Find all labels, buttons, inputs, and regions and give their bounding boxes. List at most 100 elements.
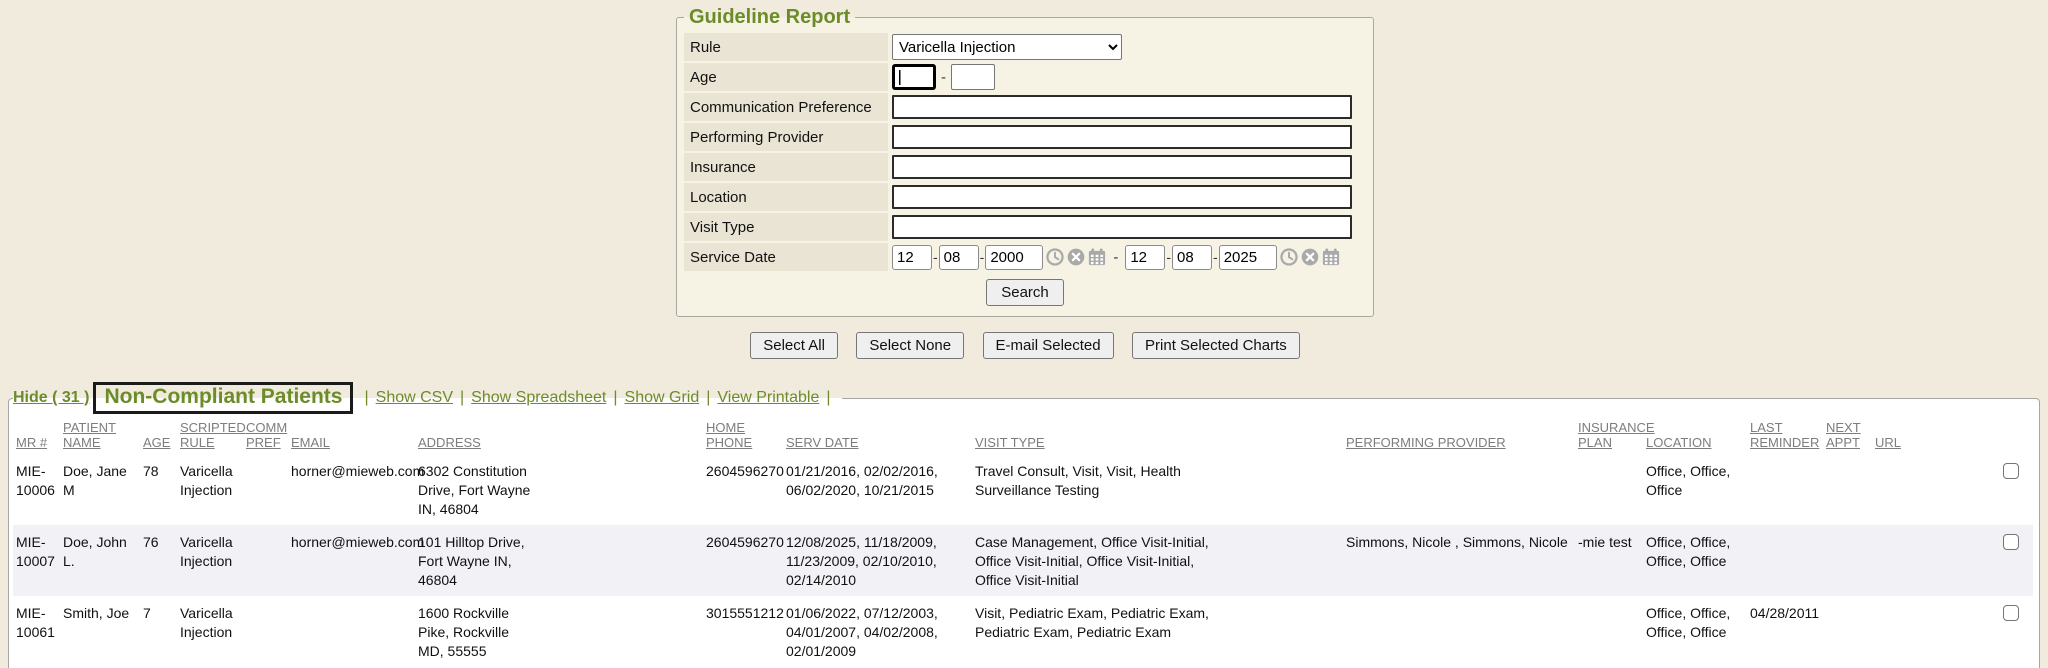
- service-date-range-dash: -: [1113, 249, 1118, 266]
- service-date-to-day[interactable]: [1172, 245, 1212, 270]
- cell-rule: Varicella Injection: [177, 454, 243, 525]
- service-date-from-year[interactable]: [985, 245, 1043, 270]
- age-from-input[interactable]: [892, 64, 936, 90]
- cell-email: [288, 596, 415, 667]
- clear-icon[interactable]: [1301, 248, 1319, 266]
- rule-label: Rule: [684, 33, 888, 61]
- cell-mr: MIE-10061: [13, 596, 60, 667]
- column-header-text: LOCATION: [1646, 435, 1712, 450]
- date-dash: -: [1213, 249, 1218, 265]
- toolbar-link-show-spreadsheet[interactable]: Show Spreadsheet: [471, 389, 606, 407]
- column-header-text: MR #: [16, 435, 47, 450]
- cell-last_reminder: [1747, 454, 1823, 525]
- cell-age: 76: [140, 525, 177, 596]
- cell-url-select: [1872, 454, 2033, 525]
- column-header-serv_date[interactable]: SERV DATE: [783, 418, 972, 454]
- cell-name: Doe, John L.: [60, 525, 140, 596]
- column-header-provider[interactable]: PERFORMING PROVIDER: [1343, 418, 1575, 454]
- column-header-text: NEXT: [1826, 420, 1861, 435]
- print-selected-charts-button[interactable]: Print Selected Charts: [1132, 332, 1300, 359]
- toolbar-link-show-grid[interactable]: Show Grid: [625, 389, 700, 407]
- rule-select[interactable]: Varicella Injection: [892, 34, 1122, 60]
- column-header-text: APPT: [1826, 435, 1860, 450]
- column-header-email[interactable]: EMAIL: [288, 418, 415, 454]
- column-header-text: PLAN: [1578, 435, 1612, 450]
- location-label: Location: [684, 183, 888, 211]
- cell-rule: Varicella Injection: [177, 596, 243, 667]
- search-button[interactable]: Search: [986, 279, 1064, 306]
- column-header-text: HOME: [706, 420, 745, 435]
- column-header-text: PATIENT: [63, 420, 116, 435]
- cell-address: 6302 Constitution Drive, Fort Wayne IN, …: [415, 454, 703, 525]
- column-header-age[interactable]: AGE: [140, 418, 177, 454]
- column-header-text: SERV DATE: [786, 435, 858, 450]
- column-header-location[interactable]: LOCATION: [1643, 418, 1747, 454]
- guideline-report-form: Guideline Report Rule Varicella Injectio…: [676, 6, 1374, 317]
- service-date-to-year[interactable]: [1219, 245, 1277, 270]
- column-header-text: NAME: [63, 435, 101, 450]
- performing-provider-input[interactable]: [892, 125, 1352, 149]
- clock-icon[interactable]: [1280, 248, 1298, 266]
- toolbar-link-show-csv[interactable]: Show CSV: [376, 389, 453, 407]
- visit-type-label: Visit Type: [684, 213, 888, 241]
- cell-phone: 2604596270: [703, 454, 783, 525]
- cell-last_reminder: [1747, 525, 1823, 596]
- patients-table: MR #PATIENTNAMEAGESCRIPTEDRULECOMMPREFEM…: [13, 418, 2033, 667]
- column-header-address[interactable]: ADDRESS: [415, 418, 703, 454]
- column-header-insurance[interactable]: INSURANCEPLAN: [1575, 418, 1643, 454]
- email-selected-button[interactable]: E-mail Selected: [983, 332, 1114, 359]
- cell-serv_date: 01/21/2016, 02/02/2016, 06/02/2020, 10/2…: [783, 454, 972, 525]
- table-row: MIE-10006Doe, Jane M78Varicella Injectio…: [13, 454, 2033, 525]
- select-all-button[interactable]: Select All: [750, 332, 838, 359]
- column-header-text: EMAIL: [291, 435, 330, 450]
- hide-link[interactable]: Hide ( 31 ): [13, 389, 89, 407]
- age-range-dash: -: [941, 69, 946, 86]
- cell-insurance: [1575, 596, 1643, 667]
- column-header-url[interactable]: URL: [1872, 418, 2033, 454]
- performing-provider-label: Performing Provider: [684, 123, 888, 151]
- calendar-icon[interactable]: [1088, 248, 1106, 266]
- insurance-input[interactable]: [892, 155, 1352, 179]
- row-select-checkbox[interactable]: [2003, 534, 2019, 550]
- location-input[interactable]: [892, 185, 1352, 209]
- comm-pref-label: Communication Preference: [684, 93, 888, 121]
- column-header-visit_type[interactable]: VISIT TYPE: [972, 418, 1343, 454]
- service-date-from-month[interactable]: [892, 245, 932, 270]
- comm-pref-input[interactable]: [892, 95, 1352, 119]
- cell-mr: MIE-10007: [13, 525, 60, 596]
- column-header-text: VISIT TYPE: [975, 435, 1045, 450]
- column-header-comm_pref[interactable]: COMMPREF: [243, 418, 288, 454]
- separator: |: [826, 389, 830, 407]
- cell-address: 101 Hilltop Drive, Fort Wayne IN, 46804: [415, 525, 703, 596]
- column-header-phone[interactable]: HOMEPHONE: [703, 418, 783, 454]
- select-none-button[interactable]: Select None: [856, 332, 964, 359]
- date-dash: -: [933, 249, 938, 265]
- cell-insurance: [1575, 454, 1643, 525]
- column-header-text: PREF: [246, 435, 281, 450]
- cell-address: 1600 Rockville Pike, Rockville MD, 55555: [415, 596, 703, 667]
- calendar-icon[interactable]: [1322, 248, 1340, 266]
- form-title: Guideline Report: [684, 6, 855, 29]
- column-header-text: AGE: [143, 435, 170, 450]
- row-select-checkbox[interactable]: [2003, 463, 2019, 479]
- cell-url-select: [1872, 525, 2033, 596]
- clock-icon[interactable]: [1046, 248, 1064, 266]
- cell-email: horner@mieweb.com: [288, 525, 415, 596]
- cell-provider: Simmons, Nicole , Simmons, Nicole: [1343, 525, 1575, 596]
- guideline-form-table: Rule Varicella Injection Age -: [682, 31, 1368, 308]
- column-header-rule[interactable]: SCRIPTEDRULE: [177, 418, 243, 454]
- age-to-input[interactable]: [951, 64, 995, 90]
- column-header-name[interactable]: PATIENTNAME: [60, 418, 140, 454]
- toolbar-link-view-printable[interactable]: View Printable: [717, 389, 819, 407]
- column-header-mr[interactable]: MR #: [13, 418, 60, 454]
- column-header-last_reminder[interactable]: LASTREMINDER: [1747, 418, 1823, 454]
- cell-location: Office, Office, Office, Office: [1643, 525, 1747, 596]
- column-header-next_appt[interactable]: NEXTAPPT: [1823, 418, 1872, 454]
- row-select-checkbox[interactable]: [2003, 605, 2019, 621]
- age-label: Age: [684, 63, 888, 91]
- service-date-from-day[interactable]: [939, 245, 979, 270]
- service-date-to-month[interactable]: [1125, 245, 1165, 270]
- cell-mr: MIE-10006: [13, 454, 60, 525]
- visit-type-input[interactable]: [892, 215, 1352, 239]
- clear-icon[interactable]: [1067, 248, 1085, 266]
